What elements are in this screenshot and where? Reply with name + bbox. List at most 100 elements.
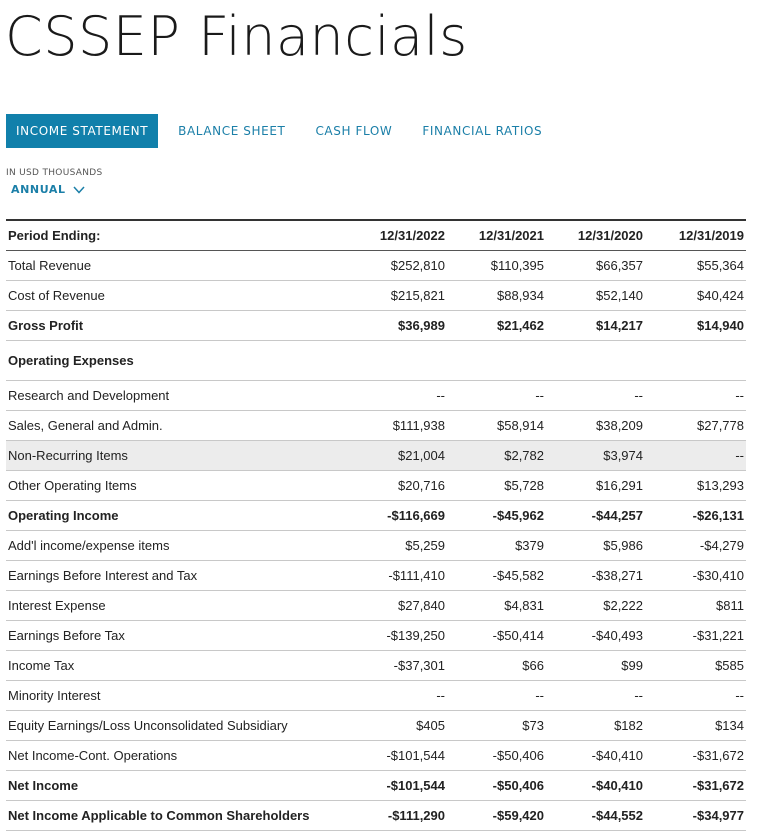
tab-balance-sheet[interactable]: BALANCE SHEET xyxy=(168,114,295,148)
row-value: $58,914 xyxy=(447,410,546,441)
row-label: Equity Earnings/Loss Unconsolidated Subs… xyxy=(6,710,354,741)
row-value: $585 xyxy=(645,650,746,681)
row-value: $4,831 xyxy=(447,590,546,621)
table-row: Equity Earnings/Loss Unconsolidated Subs… xyxy=(6,710,746,741)
table-row: Earnings Before Interest and Tax -$111,41… xyxy=(6,560,746,591)
column-header-period: Period Ending: xyxy=(6,220,354,251)
row-value: -$40,410 xyxy=(546,770,645,801)
table-body: Total Revenue $252,810 $110,395 $66,357 $55,… xyxy=(6,250,746,831)
table-row: Operating Expenses xyxy=(6,340,746,381)
row-value: $52,140 xyxy=(546,280,645,311)
column-header-2020: 12/31/2020 xyxy=(546,220,645,251)
row-label: Net Income xyxy=(6,770,354,801)
row-value: -$116,669 xyxy=(354,500,447,531)
row-label: Earnings Before Interest and Tax xyxy=(6,560,354,591)
row-value: $21,462 xyxy=(447,310,546,341)
row-value: $3,974 xyxy=(546,440,645,471)
income-statement-table: Period Ending: 12/31/2022 12/31/2021 12/… xyxy=(6,219,746,831)
row-value: $14,217 xyxy=(546,310,645,341)
row-label: Minority Interest xyxy=(6,680,354,711)
row-value: -$40,410 xyxy=(546,740,645,771)
row-value: $55,364 xyxy=(645,250,746,281)
row-label: Net Income-Cont. Operations xyxy=(6,740,354,771)
column-header-2021: 12/31/2021 xyxy=(447,220,546,251)
row-value xyxy=(546,340,645,381)
row-value: $16,291 xyxy=(546,470,645,501)
row-label: Sales, General and Admin. xyxy=(6,410,354,441)
row-value: -$44,552 xyxy=(546,800,645,831)
row-value: -$59,420 xyxy=(447,800,546,831)
page-title: CSSEP Financials xyxy=(5,5,468,68)
tab-financial-ratios[interactable]: FINANCIAL RATIOS xyxy=(412,114,552,148)
table-row: Minority Interest -- -- -- -- xyxy=(6,680,746,711)
row-value: $27,840 xyxy=(354,590,447,621)
row-value: $215,821 xyxy=(354,280,447,311)
tab-income-statement[interactable]: INCOME STATEMENT xyxy=(6,114,159,148)
table-row: Operating Income -$116,669 -$45,962 -$44,25… xyxy=(6,500,746,531)
row-value: -$50,406 xyxy=(447,740,546,771)
row-value: -$4,279 xyxy=(645,530,746,561)
statement-tabs: INCOME STATEMENT BALANCE SHEET CASH FLOW… xyxy=(6,114,562,148)
table-row: Earnings Before Tax -$139,250 -$50,414 -$40… xyxy=(6,620,746,651)
row-value: $5,259 xyxy=(354,530,447,561)
row-value: $13,293 xyxy=(645,470,746,501)
row-value: -- xyxy=(546,680,645,711)
row-value: -$34,977 xyxy=(645,800,746,831)
row-label: Income Tax xyxy=(6,650,354,681)
row-value: $111,938 xyxy=(354,410,447,441)
row-value: -$38,271 xyxy=(546,560,645,591)
tab-cash-flow[interactable]: CASH FLOW xyxy=(305,114,402,148)
table-row: Net Income Applicable to Common Sharehol… xyxy=(6,800,746,831)
row-value: -$101,544 xyxy=(354,740,447,771)
column-header-2022: 12/31/2022 xyxy=(354,220,447,251)
table-row: Income Tax -$37,301 $66 $99 $585 xyxy=(6,650,746,681)
period-dropdown-value: ANNUAL xyxy=(11,183,66,196)
row-value: -$44,257 xyxy=(546,500,645,531)
row-value: -$111,290 xyxy=(354,800,447,831)
row-value: $21,004 xyxy=(354,440,447,471)
row-label: Operating Income xyxy=(6,500,354,531)
row-value: $134 xyxy=(645,710,746,741)
row-value: -- xyxy=(645,680,746,711)
table-row: Interest Expense $27,840 $4,831 $2,222 $811 xyxy=(6,590,746,621)
row-label: Total Revenue xyxy=(6,250,354,281)
row-value: -- xyxy=(645,380,746,411)
row-value: $110,395 xyxy=(447,250,546,281)
row-value xyxy=(447,340,546,381)
row-value xyxy=(354,340,447,381)
table-row: Total Revenue $252,810 $110,395 $66,357 $55,… xyxy=(6,250,746,281)
row-value: -$31,672 xyxy=(645,770,746,801)
table-header-row: Period Ending: 12/31/2022 12/31/2021 12/… xyxy=(6,220,746,251)
row-value: $20,716 xyxy=(354,470,447,501)
row-label: Add'l income/expense items xyxy=(6,530,354,561)
row-label: Net Income Applicable to Common Sharehol… xyxy=(6,800,354,831)
row-label: Cost of Revenue xyxy=(6,280,354,311)
row-value: -$101,544 xyxy=(354,770,447,801)
row-value: -$50,414 xyxy=(447,620,546,651)
row-value: $38,209 xyxy=(546,410,645,441)
row-label: Interest Expense xyxy=(6,590,354,621)
row-value: $379 xyxy=(447,530,546,561)
row-value: $5,986 xyxy=(546,530,645,561)
row-value: $14,940 xyxy=(645,310,746,341)
row-value: -$40,493 xyxy=(546,620,645,651)
row-value: $811 xyxy=(645,590,746,621)
row-value: $40,424 xyxy=(645,280,746,311)
row-value: -- xyxy=(354,680,447,711)
row-value: $2,222 xyxy=(546,590,645,621)
table-row: Gross Profit $36,989 $21,462 $14,217 $14,940 xyxy=(6,310,746,341)
row-value: -- xyxy=(447,380,546,411)
period-dropdown[interactable]: ANNUAL xyxy=(11,183,85,196)
units-label: IN USD THOUSANDS xyxy=(6,168,103,178)
row-value: -- xyxy=(645,440,746,471)
row-value: $36,989 xyxy=(354,310,447,341)
row-value: -$31,221 xyxy=(645,620,746,651)
row-value: $99 xyxy=(546,650,645,681)
row-value: -$45,582 xyxy=(447,560,546,591)
row-value: $182 xyxy=(546,710,645,741)
table-row: Non-Recurring Items $21,004 $2,782 $3,974 -- xyxy=(6,440,746,471)
row-value: -$50,406 xyxy=(447,770,546,801)
row-value: $2,782 xyxy=(447,440,546,471)
column-header-2019: 12/31/2019 xyxy=(645,220,746,251)
row-value: $27,778 xyxy=(645,410,746,441)
